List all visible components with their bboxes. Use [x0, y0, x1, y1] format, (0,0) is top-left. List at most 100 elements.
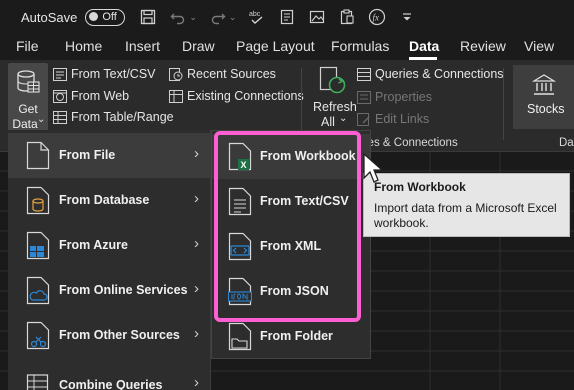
mouse-cursor-icon	[363, 152, 384, 183]
ribbon-separator	[503, 68, 504, 140]
queries-connections-button[interactable]: Queries & Connections	[357, 67, 504, 81]
form-icon[interactable]	[278, 8, 296, 26]
menu-item-from-file[interactable]: From File ›	[8, 133, 211, 178]
combine-icon	[26, 374, 49, 390]
other-sources-icon	[26, 321, 50, 350]
picture-icon[interactable]	[308, 8, 326, 26]
menu-item-label: From File	[59, 148, 116, 162]
menu-item-from-database[interactable]: From Database ›	[8, 178, 211, 223]
properties-label: Properties	[375, 90, 432, 104]
menu-item-from-other-sources[interactable]: From Other Sources ›	[8, 313, 211, 358]
edit-links-button[interactable]: Edit Links	[357, 112, 429, 126]
recent-sources-icon	[169, 67, 183, 81]
submenu-item-label: From Workbook	[260, 149, 356, 163]
properties-button[interactable]: Properties	[357, 90, 432, 104]
queries-connections-label: Queries & Connections	[375, 67, 504, 81]
tab-file[interactable]: File	[16, 38, 39, 54]
tooltip-body: Import data from a Microsoft Excel workb…	[374, 201, 557, 230]
menu-item-from-online-services[interactable]: From Online Services ›	[8, 268, 211, 313]
get-data-menu: From File › From Database › From Azure ›…	[8, 130, 211, 390]
submenu-item-label: From JSON	[260, 284, 329, 298]
web-icon	[53, 89, 67, 103]
refresh-label: Refresh	[313, 100, 357, 114]
ribbon-tabs: File Home Insert Draw Page Layout Formul…	[0, 34, 574, 60]
customize-icon[interactable]	[398, 8, 416, 26]
autosave-toggle[interactable]: Off	[85, 8, 126, 26]
xml-icon	[228, 232, 252, 261]
function-icon[interactable]: fx	[368, 8, 386, 26]
svg-text:X: X	[241, 160, 247, 170]
submenu-item-from-xml[interactable]: From XML	[212, 224, 370, 269]
menu-item-label: From Other Sources	[59, 328, 180, 342]
text-file-icon	[53, 67, 67, 81]
chevron-right-icon: ›	[194, 145, 199, 162]
submenu-item-from-json[interactable]: From JSON	[212, 269, 370, 314]
chevron-down-icon[interactable]: ⌄	[189, 12, 197, 23]
tab-draw[interactable]: Draw	[182, 38, 215, 54]
queries-icon	[357, 67, 371, 81]
submenu-item-label: From Folder	[260, 329, 333, 343]
save-icon[interactable]	[139, 8, 157, 26]
quick-access-toolbar: ⌄ ⌄ abc fx	[139, 8, 416, 26]
azure-icon	[26, 231, 50, 260]
tab-page-layout[interactable]: Page Layout	[236, 38, 315, 54]
tab-view[interactable]: View	[524, 38, 554, 54]
excel-workbook-icon: X	[228, 142, 252, 171]
from-table-range-button[interactable]: From Table/Range	[53, 110, 174, 124]
menu-item-label: Combine Queries	[59, 378, 163, 390]
existing-connections-icon	[169, 89, 183, 103]
svg-text:abc: abc	[249, 11, 261, 18]
stocks-button[interactable]: Stocks	[513, 65, 574, 129]
autosave-state: Off	[102, 10, 117, 23]
tab-review[interactable]: Review	[460, 38, 506, 54]
tab-home[interactable]: Home	[65, 38, 102, 54]
title-bar: AutoSave Off ⌄ ⌄ abc fx	[0, 0, 574, 34]
properties-icon	[357, 90, 371, 104]
group-label-queries: ies & Connections	[365, 137, 458, 149]
table-icon	[53, 110, 67, 124]
tab-data[interactable]: Data	[409, 38, 439, 54]
folder-icon	[228, 322, 252, 351]
json-icon	[228, 277, 252, 306]
menu-item-label: From Database	[59, 193, 150, 207]
clipboard-icon[interactable]	[338, 8, 356, 26]
tab-insert[interactable]: Insert	[125, 38, 160, 54]
from-web-button[interactable]: From Web	[53, 89, 129, 103]
bank-icon	[532, 74, 556, 95]
from-text-csv-button[interactable]: From Text/CSV	[53, 67, 156, 81]
existing-connections-button[interactable]: Existing Connections	[169, 89, 304, 103]
group-label-datatypes: Da	[559, 137, 574, 149]
submenu-item-from-folder[interactable]: From Folder	[212, 314, 370, 359]
edit-links-label: Edit Links	[375, 112, 430, 126]
tooltip: From Workbook Import data from a Microso…	[363, 173, 570, 237]
redo-icon[interactable]	[209, 8, 227, 26]
cloud-icon	[26, 276, 50, 305]
chevron-down-icon[interactable]: ⌄	[229, 12, 237, 23]
autosave-label: AutoSave	[21, 9, 78, 25]
menu-item-from-azure[interactable]: From Azure ›	[8, 223, 211, 268]
spelling-icon[interactable]: abc	[248, 8, 266, 26]
edit-links-icon	[357, 112, 370, 126]
chevron-right-icon: ›	[194, 235, 199, 252]
refresh-all-button[interactable]: Refresh All ⌄	[311, 64, 357, 132]
submenu-item-label: From XML	[260, 239, 322, 253]
recent-sources-label: Recent Sources	[187, 67, 276, 81]
database-icon	[26, 186, 50, 215]
refresh-label: All	[321, 115, 335, 129]
chevron-right-icon: ›	[194, 280, 199, 297]
refresh-icon	[319, 66, 346, 94]
menu-item-label: From Azure	[59, 238, 128, 252]
text-csv-icon	[228, 187, 252, 216]
menu-item-combine-queries[interactable]: Combine Queries ›	[8, 358, 211, 390]
chevron-right-icon: ›	[194, 374, 199, 390]
submenu-item-from-workbook[interactable]: X From Workbook	[212, 134, 370, 179]
from-web-label: From Web	[71, 89, 130, 103]
submenu-item-from-text-csv[interactable]: From Text/CSV	[212, 179, 370, 224]
undo-icon[interactable]	[169, 8, 187, 26]
chevron-down-icon: ⌄	[339, 113, 348, 124]
menu-item-label: From Online Services	[59, 283, 188, 297]
get-data-button[interactable]: Get Data ⌄	[8, 63, 48, 131]
recent-sources-button[interactable]: Recent Sources	[169, 67, 276, 81]
tab-formulas[interactable]: Formulas	[331, 38, 389, 54]
file-icon	[26, 141, 50, 170]
